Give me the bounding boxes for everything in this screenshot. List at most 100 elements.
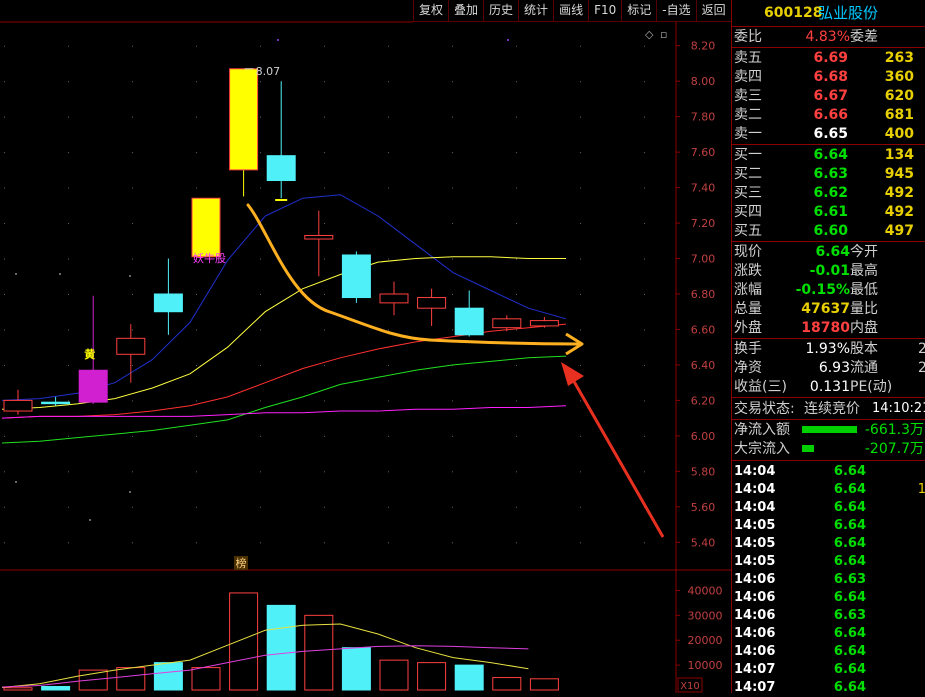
- grid-dot: [4, 116, 5, 118]
- volume-bar: [492, 677, 522, 691]
- grid-dot: [132, 400, 133, 402]
- grid-dot: [68, 471, 69, 473]
- quote-label: 涨幅: [734, 282, 762, 298]
- ask-volume: 681: [884, 107, 914, 123]
- grid-dot: [260, 45, 261, 47]
- candle-body: [116, 337, 146, 355]
- trading-time: 14:10:21: [872, 401, 925, 416]
- grid-dot: [516, 294, 517, 295]
- ask-row: 卖二 6.66 681: [732, 106, 925, 124]
- quote-value: 47637: [801, 301, 850, 317]
- candle-body: [191, 197, 221, 258]
- grid-dot: [260, 542, 261, 544]
- price-tick-label: 6.80: [691, 288, 716, 301]
- volume-bar: [266, 604, 296, 691]
- grid-dot: [388, 329, 389, 331]
- grid-dot: [516, 542, 517, 544]
- bid-price: 6.60: [813, 223, 848, 239]
- grid-dot: [68, 294, 69, 295]
- grid-dot: [196, 435, 197, 437]
- toolbar-button[interactable]: 统计: [518, 0, 554, 22]
- grid-dot: [452, 294, 453, 295]
- tick-price: 6.64: [833, 518, 866, 533]
- tick-time: 14:04: [734, 482, 776, 497]
- toolbar-button[interactable]: 叠加: [448, 0, 484, 22]
- kline-chart-area[interactable]: ◇ ▫ 8.20 8.00 7.80 7.60 7.40 7.20 7.00 6.80 6.60 6.…: [0, 0, 732, 693]
- grid-dot: [516, 187, 517, 189]
- quote-label: 现价: [734, 244, 762, 260]
- flow-row: 净流入额 -661.3万: [732, 421, 925, 439]
- candle-body: [529, 320, 559, 327]
- stock-name[interactable]: 弘业股份: [818, 2, 878, 24]
- candle-body: [41, 401, 71, 405]
- toolbar-button[interactable]: 画线: [553, 0, 589, 22]
- grid-dot: [580, 435, 581, 437]
- bang-label: 榜: [236, 556, 247, 570]
- tick-row: 14:06 6.64: [732, 643, 925, 661]
- grid-dot: [452, 116, 453, 118]
- huang-label: 黄: [84, 347, 95, 361]
- volume-bar: [379, 659, 409, 691]
- chart-dot: [129, 491, 131, 493]
- bid-label: 买四: [734, 204, 762, 220]
- toolbar-button[interactable]: -自选: [656, 0, 696, 22]
- grid-dot: [388, 116, 389, 118]
- tick-time: 14:07: [734, 662, 776, 677]
- tick-row: 14:06 6.63: [732, 571, 925, 589]
- grid-dot: [260, 258, 261, 260]
- toolbar-button[interactable]: 复权: [413, 0, 449, 22]
- chart-toolbar: 复权 叠加 历史 统计 画线 F10 标记 -自选 返回: [413, 0, 731, 22]
- flow-row: 大宗流入 -207.7万: [732, 440, 925, 458]
- grid-dot: [644, 81, 645, 83]
- grid-dot: [516, 223, 517, 225]
- trend-curve-drawing: [246, 203, 580, 346]
- ask-row: 卖三 6.67 620: [732, 87, 925, 105]
- toolbar-button[interactable]: 历史: [483, 0, 519, 22]
- chart-dot: [89, 519, 91, 521]
- grid-dot: [4, 294, 5, 295]
- flow-label: 大宗流入: [734, 441, 790, 457]
- grid-dot: [196, 400, 197, 402]
- grid-dot: [196, 81, 197, 83]
- ask-volume: 620: [884, 88, 914, 104]
- grid-dot: [388, 81, 389, 83]
- grid-dot: [68, 364, 69, 366]
- grid-dot: [132, 258, 133, 260]
- tick-row: 14:07 6.64: [732, 661, 925, 679]
- quote-row: 外盘 18780 内盘: [732, 319, 925, 337]
- tick-price: 6.64: [833, 590, 866, 605]
- grid-dot: [580, 116, 581, 118]
- volume-bar: [116, 667, 146, 691]
- ask-price: 6.65: [813, 126, 848, 142]
- quote-row: 涨跌 -0.01 最高: [732, 262, 925, 280]
- bid-volume: 134: [884, 147, 914, 163]
- grid-dot: [260, 400, 261, 402]
- fundamental-extra: 2: [918, 360, 925, 376]
- price-tick-label: 7.00: [691, 253, 716, 266]
- grid-dot: [132, 542, 133, 544]
- grid-dot: [516, 152, 517, 154]
- kline-chart[interactable]: ◇ ▫ 8.20 8.00 7.80 7.60 7.40 7.20 7.00 6.80 6.60 6.…: [0, 0, 732, 693]
- grid-dot: [580, 187, 581, 189]
- toolbar-button[interactable]: F10: [588, 0, 622, 22]
- chart-dot: [15, 481, 17, 483]
- grid-dot: [388, 542, 389, 544]
- toolbar-button[interactable]: 标记: [621, 0, 657, 22]
- grid-dot: [260, 435, 261, 437]
- candle-body: [454, 307, 484, 336]
- grid-dot: [260, 471, 261, 473]
- grid-dot: [132, 152, 133, 154]
- price-tick-label: 6.20: [691, 394, 716, 407]
- grid-dot: [516, 471, 517, 473]
- bid-label: 买二: [734, 166, 762, 182]
- high-price-label: 8.07: [256, 65, 281, 78]
- grid-dot: [452, 187, 453, 189]
- grid-dot: [644, 400, 645, 402]
- toolbar-button[interactable]: 返回: [695, 0, 731, 22]
- grid-dot: [324, 364, 325, 366]
- quote-row: 总量 47637 量比: [732, 300, 925, 318]
- stock-header: 600128 弘业股份: [732, 2, 925, 24]
- grid-dot: [452, 506, 453, 508]
- fundamental-label-2: PE(动): [850, 379, 893, 395]
- grid-dot: [324, 81, 325, 83]
